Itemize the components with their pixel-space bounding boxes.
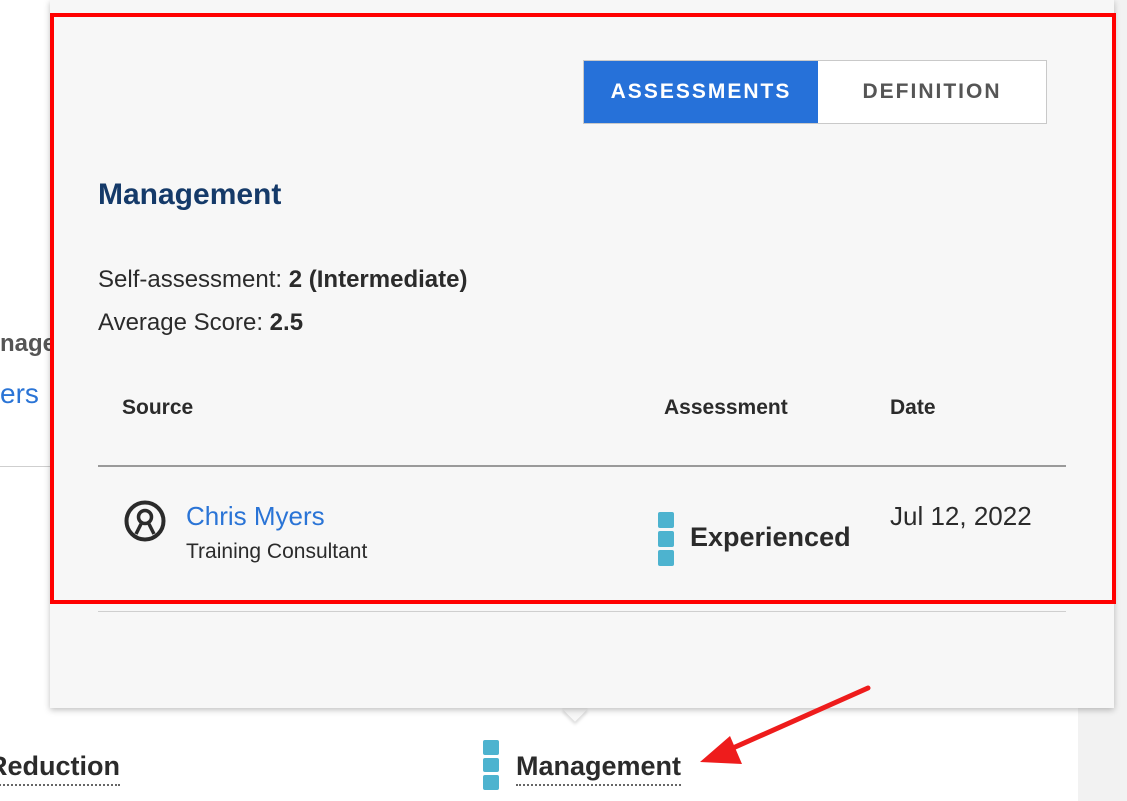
background-divider [0, 466, 50, 467]
background-link-fragment[interactable]: ers [0, 378, 39, 410]
tab-assessments[interactable]: ASSESSMENTS [584, 61, 818, 123]
popover-tabs: ASSESSMENTS DEFINITION [583, 60, 1047, 124]
skills-row: Reduction Management [0, 740, 1127, 795]
column-header-source: Source [122, 396, 194, 419]
average-score-line: Average Score: 2.5 [98, 301, 467, 344]
table-header-divider [98, 465, 1066, 467]
self-assessment-line: Self-assessment: 2 (Intermediate) [98, 258, 467, 301]
skill-link-reduction[interactable]: Reduction [0, 748, 120, 786]
assessment-date: Jul 12, 2022 [890, 501, 1032, 531]
skill-link-management[interactable]: Management [516, 748, 682, 786]
popover-title: Management [98, 178, 282, 211]
average-score-value: 2.5 [269, 309, 304, 336]
skill-level-bar-icon [658, 512, 674, 566]
person-circle-icon [124, 500, 166, 542]
column-header-date: Date [890, 396, 936, 419]
tab-definition[interactable]: DEFINITION [818, 61, 1046, 123]
assessment-level: Experienced [690, 522, 851, 552]
average-score-label: Average Score: [98, 309, 263, 336]
skill-popover: ASSESSMENTS DEFINITION Management Self-a… [50, 0, 1114, 708]
table-row-divider [98, 611, 1066, 612]
assessor-name-link[interactable]: Chris Myers [186, 501, 325, 532]
assessor-role: Training Consultant [186, 540, 368, 563]
background-heading-fragment: nage [0, 330, 57, 357]
skill-level-bar-icon [483, 740, 499, 791]
column-header-assessment: Assessment [664, 396, 788, 419]
self-assessment-value: 2 (Intermediate) [288, 266, 468, 293]
score-summary: Self-assessment: 2 (Intermediate) Averag… [98, 258, 467, 344]
self-assessment-label: Self-assessment: [98, 266, 283, 293]
